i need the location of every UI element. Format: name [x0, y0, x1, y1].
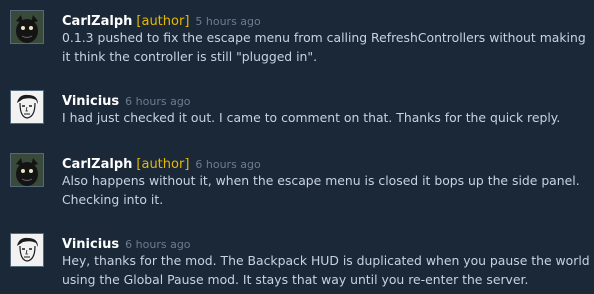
author-name[interactable]: CarlZalph: [62, 14, 132, 29]
comment-text: Also happens without it, when the escape…: [62, 173, 580, 207]
author-name[interactable]: CarlZalph: [62, 157, 132, 172]
author-badge: [author]: [136, 157, 190, 172]
timestamp: 6 hours ago: [125, 95, 191, 108]
comment-text: I had just checked it out. I came to com…: [62, 110, 561, 125]
comment-text: 0.1.3 pushed to fix the escape menu from…: [62, 30, 586, 64]
avatar[interactable]: [10, 153, 44, 187]
dark-creature-avatar-icon: [11, 11, 43, 43]
comment-text: Hey, thanks for the mod. The Backpack HU…: [62, 253, 590, 287]
timestamp: 6 hours ago: [195, 158, 261, 171]
timestamp: 5 hours ago: [195, 15, 261, 28]
comment-header: Vinicius 6 hours ago: [62, 90, 191, 109]
avatar[interactable]: [10, 10, 44, 44]
comment-header: CarlZalph [author] 6 hours ago: [62, 153, 261, 172]
sketch-face-avatar-icon: [11, 91, 43, 123]
author-name[interactable]: Vinicius: [62, 237, 119, 252]
avatar[interactable]: [10, 90, 44, 124]
timestamp: 6 hours ago: [125, 238, 191, 251]
author-badge: [author]: [136, 14, 190, 29]
avatar[interactable]: [10, 233, 44, 267]
sketch-face-avatar-icon: [11, 234, 43, 266]
dark-creature-avatar-icon: [11, 154, 43, 186]
comment-header: CarlZalph [author] 5 hours ago: [62, 10, 261, 29]
comment-header: Vinicius 6 hours ago: [62, 233, 191, 252]
author-name[interactable]: Vinicius: [62, 94, 119, 109]
